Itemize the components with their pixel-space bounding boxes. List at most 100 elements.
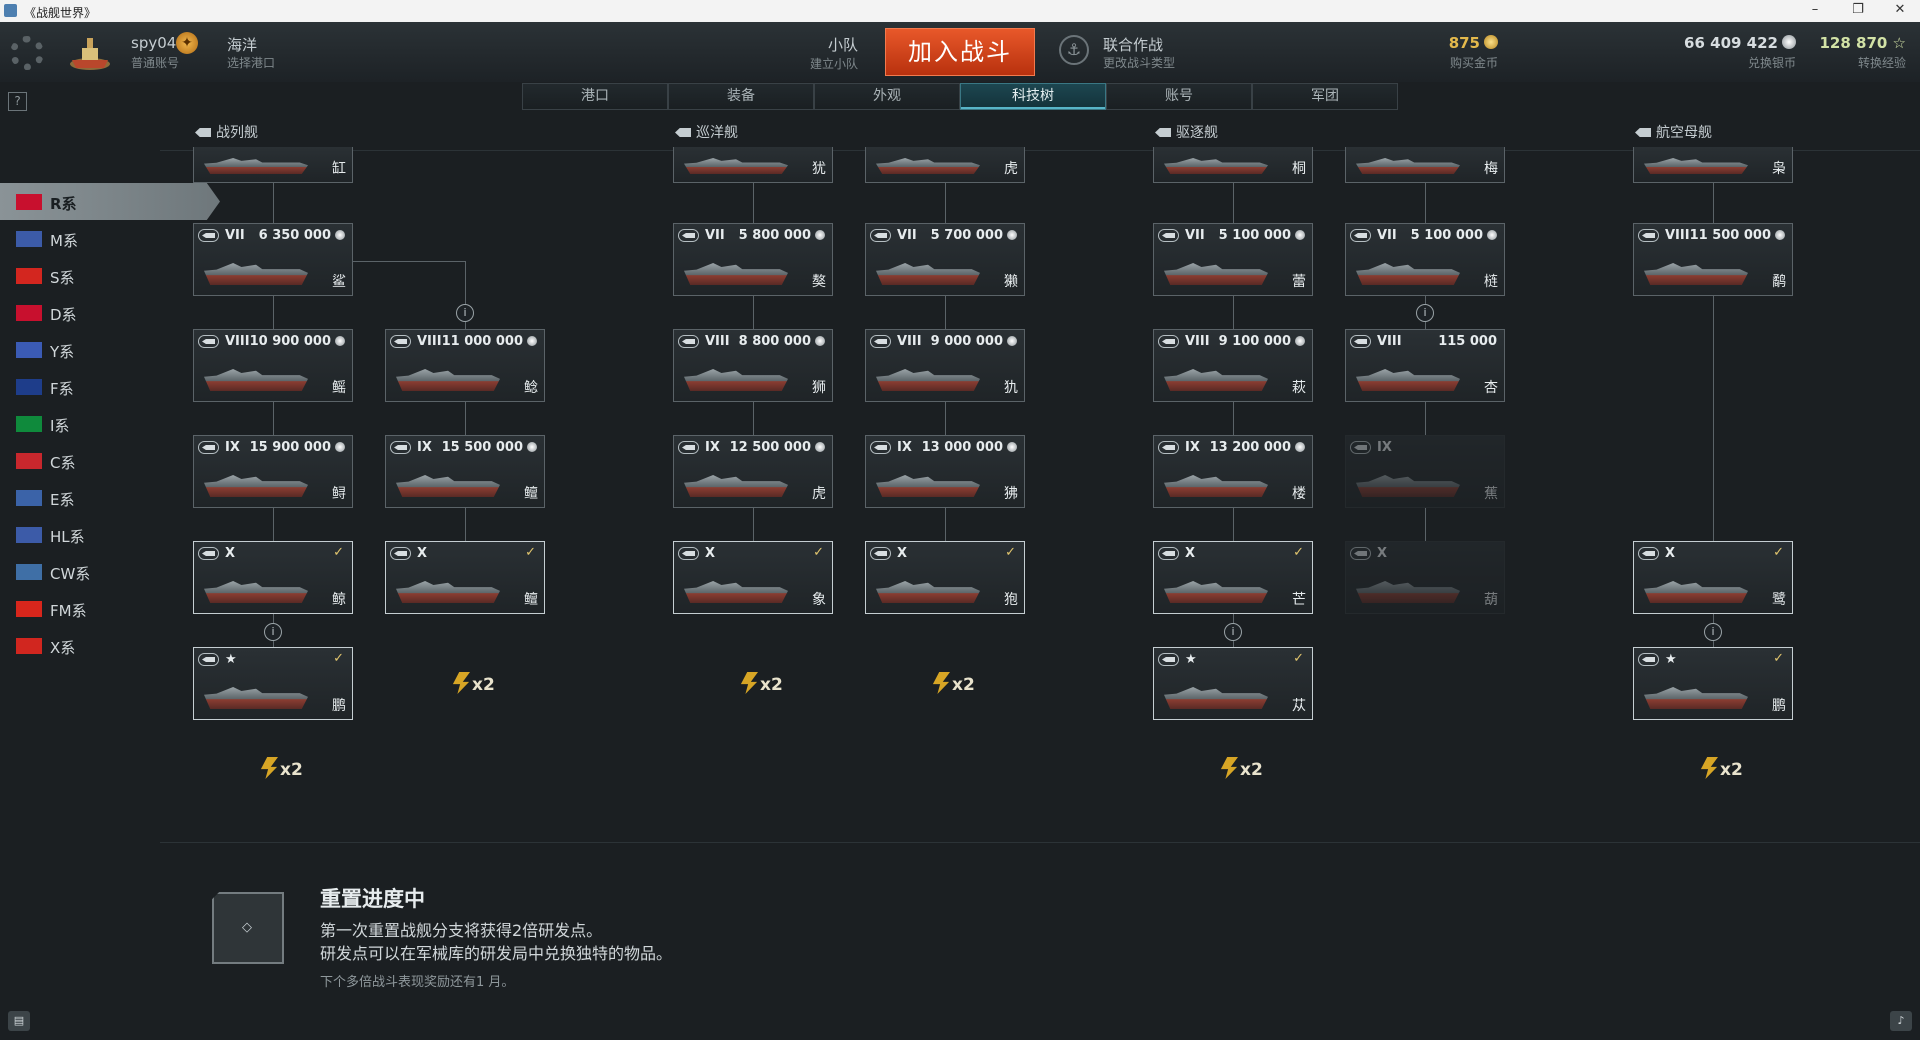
info-icon[interactable]: i xyxy=(264,623,282,641)
info-icon[interactable]: i xyxy=(1224,623,1242,641)
close-button[interactable]: ✕ xyxy=(1880,2,1920,17)
nation-item[interactable]: CW系 xyxy=(0,553,220,590)
ship-card[interactable]: 桐 xyxy=(1153,147,1313,183)
gold-label: 购买金币 xyxy=(1449,56,1498,70)
ship-price: 9 100 000 xyxy=(1219,334,1305,349)
ship-card[interactable]: IX 12 500 000 虎 xyxy=(673,435,833,508)
username[interactable]: spy04 xyxy=(131,34,176,52)
ship-card[interactable]: ★ ✓ 苁 xyxy=(1153,647,1313,720)
ship-card[interactable]: IX 蕉 xyxy=(1345,435,1505,508)
tab-tech-tree[interactable]: 科技树 xyxy=(960,83,1106,110)
nation-label: M系 xyxy=(50,232,78,250)
port-name[interactable]: 海洋 xyxy=(227,34,257,55)
minimize-button[interactable]: – xyxy=(1795,2,1835,17)
ship-emblem-icon[interactable] xyxy=(68,30,112,74)
ship-image xyxy=(1164,687,1268,709)
ship-card[interactable]: VII 5 800 000 獒 xyxy=(673,223,833,296)
ship-card[interactable]: VIII 9 000 000 犰 xyxy=(865,329,1025,402)
nation-item[interactable]: Y系 xyxy=(0,331,220,368)
ship-card[interactable]: 梅 xyxy=(1345,147,1505,183)
ship-image xyxy=(396,581,500,603)
join-battle-button[interactable]: 加入战斗 xyxy=(885,28,1035,76)
ship-card[interactable]: VIII 10 900 000 鳐 xyxy=(193,329,353,402)
ship-card[interactable]: X ✓ 鲸 xyxy=(193,541,353,614)
nation-flag-icon xyxy=(16,564,42,580)
info-icon[interactable]: i xyxy=(1416,304,1434,322)
elite-check-icon: ✓ xyxy=(333,545,344,560)
nation-item[interactable]: FM系 xyxy=(0,590,220,627)
nation-label: S系 xyxy=(50,269,75,287)
info-icon[interactable]: i xyxy=(456,304,474,322)
ship-class-icon xyxy=(678,441,699,454)
nation-item[interactable]: D系 xyxy=(0,294,220,331)
ship-card[interactable]: 虎 xyxy=(865,147,1025,183)
nation-item[interactable]: I系 xyxy=(0,405,220,442)
ship-card[interactable]: X ✓ 狍 xyxy=(865,541,1025,614)
ship-card[interactable]: VII 5 700 000 獭 xyxy=(865,223,1025,296)
nation-label: E系 xyxy=(50,491,75,509)
research-bureau-icon xyxy=(212,892,284,964)
gold-currency[interactable]: 875 购买金币 xyxy=(1449,34,1498,71)
ship-card[interactable]: IX 15 900 000 鲟 xyxy=(193,435,353,508)
nation-item[interactable]: R系 xyxy=(0,183,220,220)
ship-card[interactable]: X ✓ 芒 xyxy=(1153,541,1313,614)
nation-item[interactable]: C系 xyxy=(0,442,220,479)
squad-button[interactable]: 小队 建立小队 xyxy=(790,34,858,72)
ship-card[interactable]: VII 5 100 000 蕾 xyxy=(1153,223,1313,296)
chat-icon[interactable]: ▤ xyxy=(8,1011,30,1031)
tab-equipment[interactable]: 装备 xyxy=(668,83,814,110)
ship-card[interactable]: IX 15 500 000 鳣 xyxy=(385,435,545,508)
nation-item[interactable]: X系 xyxy=(0,627,220,664)
ship-tier: ★ xyxy=(1665,652,1677,667)
ship-card[interactable]: VIII 11 000 000 鲶 xyxy=(385,329,545,402)
nation-flag-icon xyxy=(16,638,42,654)
battle-mode-icon[interactable]: ⚓ xyxy=(1059,35,1089,65)
nation-item[interactable]: F系 xyxy=(0,368,220,405)
nation-item[interactable]: M系 xyxy=(0,220,220,257)
ship-card[interactable]: VIII 11 500 000 鹬 xyxy=(1633,223,1793,296)
ship-tier: IX xyxy=(705,440,720,455)
ship-card[interactable]: IX 13 000 000 狒 xyxy=(865,435,1025,508)
tab-port[interactable]: 港口 xyxy=(522,83,668,110)
tab-account[interactable]: 账号 xyxy=(1106,83,1252,110)
settings-gear-icon[interactable] xyxy=(10,36,44,70)
ship-card[interactable]: X ✓ 鳣 xyxy=(385,541,545,614)
ship-card[interactable]: X ✓ 鹭 xyxy=(1633,541,1793,614)
ship-card[interactable]: 枭 xyxy=(1633,147,1793,183)
nation-item[interactable]: HL系 xyxy=(0,516,220,553)
ship-card[interactable]: IX 13 200 000 楼 xyxy=(1153,435,1313,508)
ship-tier: VIII xyxy=(225,334,250,349)
restore-button[interactable]: ❐ xyxy=(1838,2,1878,17)
ship-price: 5 800 000 xyxy=(739,228,825,243)
ship-card[interactable]: 缸 xyxy=(193,147,353,183)
ship-image xyxy=(1644,158,1748,174)
ship-card[interactable]: VIII 9 100 000 萩 xyxy=(1153,329,1313,402)
double-xp-bonus: x2 xyxy=(1220,757,1263,780)
ship-card[interactable]: ★ ✓ 鹏 xyxy=(1633,647,1793,720)
ship-name: 犰 xyxy=(1004,380,1018,396)
ship-card[interactable]: 犹 xyxy=(673,147,833,183)
tree-connector xyxy=(753,508,754,541)
silver-label: 兑换银币 xyxy=(1747,56,1796,70)
ship-card[interactable]: VII 5 100 000 梿 xyxy=(1345,223,1505,296)
tab-clan[interactable]: 军团 xyxy=(1252,83,1398,110)
silver-currency[interactable]: 66 409 422 兑换银币 xyxy=(1684,34,1796,71)
ship-card[interactable]: VIII 8 800 000 狮 xyxy=(673,329,833,402)
ship-card[interactable]: ★ ✓ 鹏 xyxy=(193,647,353,720)
help-button[interactable]: ? xyxy=(8,92,27,111)
ship-card[interactable]: X ✓ 象 xyxy=(673,541,833,614)
battle-mode-title[interactable]: 联合作战 xyxy=(1103,34,1163,55)
ship-class-icon xyxy=(1158,229,1179,242)
tab-appearance[interactable]: 外观 xyxy=(814,83,960,110)
notification-bell-icon[interactable]: ♪ xyxy=(1890,1011,1912,1031)
ship-card[interactable]: X葫 xyxy=(1345,541,1505,614)
info-icon[interactable]: i xyxy=(1704,623,1722,641)
ship-card[interactable]: VIII 115 000 杏 xyxy=(1345,329,1505,402)
port-select-label[interactable]: 选择港口 xyxy=(227,54,275,71)
ship-card[interactable]: VII 6 350 000 鲨 xyxy=(193,223,353,296)
ship-name: 鳣 xyxy=(524,486,538,502)
free-xp-currency[interactable]: 128 870 ☆ 转换经验 xyxy=(1819,34,1906,71)
nation-item[interactable]: E系 xyxy=(0,479,220,516)
nation-item[interactable]: S系 xyxy=(0,257,220,294)
ship-tier: ★ xyxy=(225,652,237,667)
